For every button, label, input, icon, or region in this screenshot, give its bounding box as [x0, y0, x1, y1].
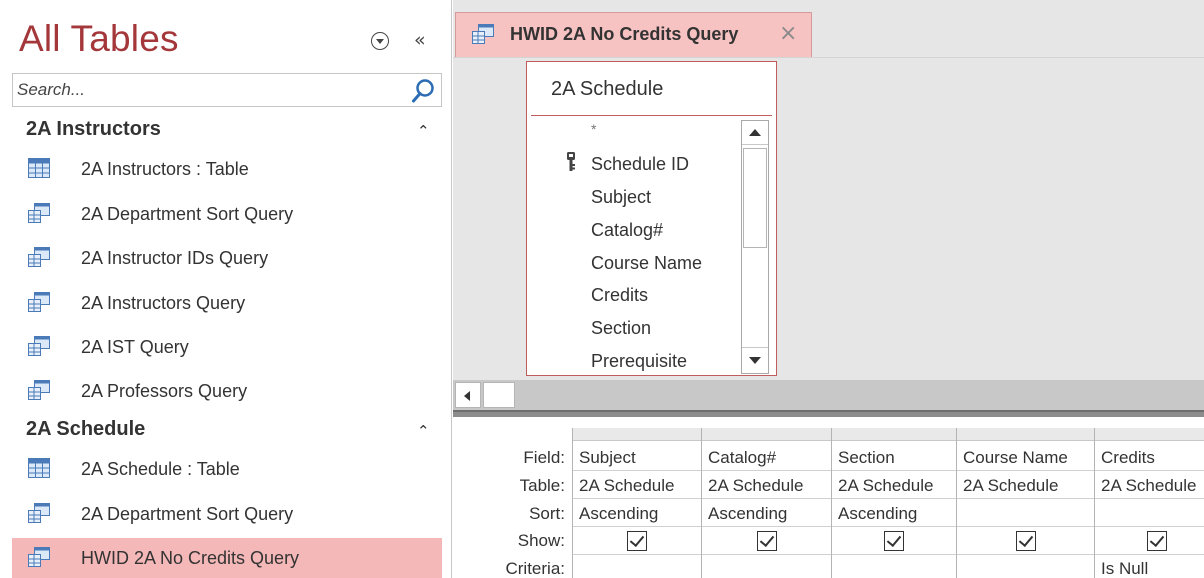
- nav-item-label: 2A Instructor IDs Query: [81, 248, 269, 268]
- nav-item-2a-instructor-ids-query[interactable]: 2A Instructor IDs Query: [12, 238, 442, 278]
- field-catalog[interactable]: Catalog#: [591, 220, 663, 241]
- search-box: [12, 73, 442, 107]
- query-icon: [28, 547, 50, 567]
- field-list-scrollbar[interactable]: [741, 120, 769, 374]
- query-icon: [28, 292, 50, 312]
- navigation-pane: All Tables « 2A Instructors ⌃ 2A Instruc…: [0, 0, 452, 578]
- nav-item-label: 2A Schedule : Table: [81, 459, 240, 479]
- field-cell[interactable]: Subject: [579, 448, 636, 468]
- tab-label: HWID 2A No Credits Query: [510, 24, 739, 44]
- search-icon[interactable]: [411, 78, 435, 104]
- criteria-cell[interactable]: Is Null: [1101, 559, 1148, 578]
- scroll-up-arrow-icon[interactable]: [742, 121, 768, 145]
- field-prerequisite[interactable]: Prerequisite: [591, 351, 687, 372]
- search-input[interactable]: [13, 74, 408, 106]
- query-icon: [28, 380, 50, 400]
- field-list-title[interactable]: 2A Schedule: [551, 78, 663, 101]
- field-list-2a-schedule[interactable]: 2A Schedule * Schedule ID Subject Catalo…: [526, 61, 777, 376]
- qbe-column-credits[interactable]: Credits 2A Schedule Is Null: [1094, 428, 1204, 578]
- field-cell[interactable]: Catalog#: [708, 448, 776, 468]
- sort-cell[interactable]: Ascending: [708, 504, 787, 524]
- group-header-2a-schedule[interactable]: 2A Schedule: [26, 418, 145, 441]
- query-icon: [28, 336, 50, 356]
- table-cell[interactable]: 2A Schedule: [963, 476, 1058, 496]
- field-section[interactable]: Section: [591, 318, 651, 339]
- primary-key-icon: [567, 152, 575, 171]
- row-label-field: Field:: [523, 448, 565, 467]
- shutter-bar-collapse-icon[interactable]: «: [414, 29, 426, 51]
- show-checkbox[interactable]: [627, 531, 647, 551]
- sort-cell[interactable]: Ascending: [838, 504, 917, 524]
- field-schedule-id[interactable]: Schedule ID: [591, 154, 689, 175]
- horizontal-scrollbar[interactable]: [453, 380, 1204, 410]
- query-icon: [28, 247, 50, 267]
- nav-item-label: HWID 2A No Credits Query: [81, 548, 300, 568]
- field-subject[interactable]: Subject: [591, 187, 651, 208]
- nav-item-label: 2A Instructors Query: [81, 293, 246, 313]
- query-icon: [472, 24, 494, 44]
- show-checkbox[interactable]: [757, 531, 777, 551]
- group-header-2a-instructors[interactable]: 2A Instructors: [26, 118, 161, 141]
- column-selector[interactable]: [1095, 428, 1204, 441]
- nav-menu-dropdown-icon[interactable]: [371, 32, 389, 50]
- tab-hwid-2a-no-credits-query[interactable]: HWID 2A No Credits Query ×: [455, 12, 812, 57]
- nav-item-label: 2A Instructors : Table: [81, 159, 249, 179]
- table-cell[interactable]: 2A Schedule: [579, 476, 674, 496]
- pane-splitter[interactable]: [453, 410, 1204, 417]
- table-icon: [28, 158, 50, 178]
- nav-item-2a-instructors-query[interactable]: 2A Instructors Query: [12, 283, 442, 323]
- qbe-column-course-name[interactable]: Course Name 2A Schedule: [956, 428, 1094, 578]
- table-cell[interactable]: 2A Schedule: [1101, 476, 1196, 496]
- field-list-divider: [531, 115, 772, 116]
- row-label-show: Show:: [517, 531, 565, 550]
- column-selector[interactable]: [957, 428, 1094, 441]
- field-cell[interactable]: Section: [838, 448, 895, 468]
- table-cell[interactable]: 2A Schedule: [838, 476, 933, 496]
- nav-item-2a-schedule-table[interactable]: 2A Schedule : Table: [12, 449, 442, 489]
- scroll-thumb[interactable]: [483, 382, 515, 408]
- nav-item-hwid-2a-no-credits-query[interactable]: HWID 2A No Credits Query: [12, 538, 442, 578]
- nav-item-label: 2A Department Sort Query: [81, 204, 294, 224]
- row-label-table: Table:: [519, 476, 565, 495]
- qbe-column-section[interactable]: Section 2A Schedule Ascending: [831, 428, 956, 578]
- table-icon: [28, 458, 50, 478]
- row-label-criteria: Criteria:: [505, 559, 565, 578]
- field-credits[interactable]: Credits: [591, 285, 648, 306]
- collapse-group-icon[interactable]: ⌃: [417, 422, 430, 440]
- nav-item-2a-ist-query[interactable]: 2A IST Query: [12, 327, 442, 367]
- column-selector[interactable]: [573, 428, 701, 441]
- field-cell[interactable]: Credits: [1101, 448, 1155, 468]
- close-icon[interactable]: ×: [779, 21, 797, 46]
- show-checkbox[interactable]: [1147, 531, 1167, 551]
- nav-item-2a-department-sort-query[interactable]: 2A Department Sort Query: [12, 194, 442, 234]
- query-icon: [28, 503, 50, 523]
- nav-pane-title[interactable]: All Tables: [19, 18, 179, 60]
- qbe-column-subject[interactable]: Subject 2A Schedule Ascending: [572, 428, 701, 578]
- query-icon: [28, 203, 50, 223]
- nav-item-2a-professors-query[interactable]: 2A Professors Query: [12, 371, 442, 411]
- row-label-sort: Sort:: [529, 504, 565, 523]
- nav-item-label: 2A IST Query: [81, 337, 189, 357]
- nav-item-label: 2A Department Sort Query: [81, 504, 294, 524]
- field-cell[interactable]: Course Name: [963, 448, 1068, 468]
- column-selector[interactable]: [832, 428, 956, 441]
- field-all-asterisk[interactable]: *: [591, 121, 596, 137]
- table-cell[interactable]: 2A Schedule: [708, 476, 803, 496]
- column-selector[interactable]: [702, 428, 831, 441]
- nav-item-2a-department-sort-query[interactable]: 2A Department Sort Query: [12, 494, 442, 534]
- nav-item-label: 2A Professors Query: [81, 381, 248, 401]
- qbe-column-catalog[interactable]: Catalog# 2A Schedule Ascending: [701, 428, 831, 578]
- nav-item-2a-instructors-table[interactable]: 2A Instructors : Table: [12, 149, 442, 189]
- scroll-thumb[interactable]: [743, 148, 767, 248]
- sort-cell[interactable]: Ascending: [579, 504, 658, 524]
- scroll-left-arrow-icon[interactable]: [455, 382, 481, 408]
- scroll-down-arrow-icon[interactable]: [742, 347, 768, 373]
- show-checkbox[interactable]: [884, 531, 904, 551]
- qbe-columns: Subject 2A Schedule Ascending Catalog# 2…: [572, 428, 1204, 578]
- show-checkbox[interactable]: [1016, 531, 1036, 551]
- collapse-group-icon[interactable]: ⌃: [417, 122, 430, 140]
- field-course-name[interactable]: Course Name: [591, 253, 702, 274]
